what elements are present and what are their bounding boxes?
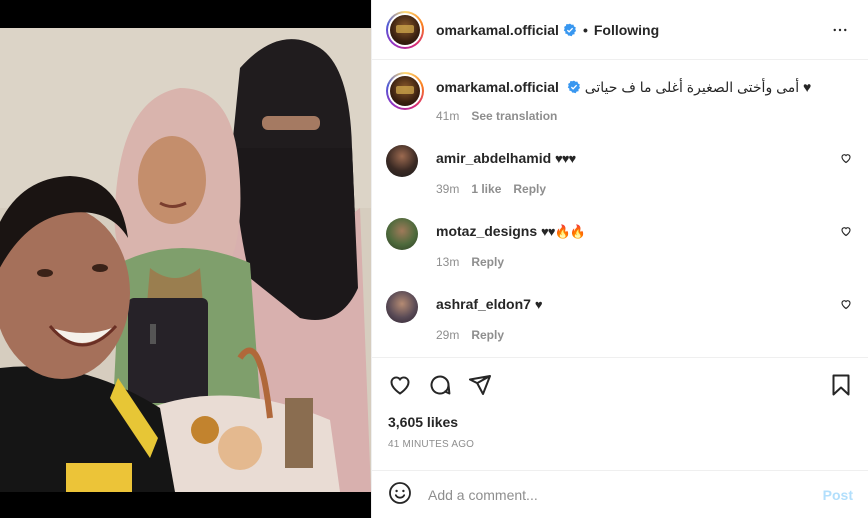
caption-text: أمى وأختى الصغيرة أغلى ما ف حياتى <box>584 79 800 95</box>
comment-time[interactable]: 13m <box>436 255 459 269</box>
post-comment-button[interactable]: Post <box>823 487 853 503</box>
comment-text: ♥♥🔥🔥 <box>541 224 586 239</box>
post-media[interactable] <box>0 0 371 518</box>
post-photo[interactable] <box>0 28 371 492</box>
post-sidebar: omarkamal.official • Following omarkamal… <box>371 0 868 518</box>
comment-likes[interactable]: 1 like <box>471 182 501 196</box>
comment-username[interactable]: ashraf_eldon7 <box>436 296 531 312</box>
like-comment-heart-icon[interactable] <box>840 151 852 164</box>
comment-item: ashraf_eldon7 ♥ 29m Reply <box>386 291 852 342</box>
comment-item: amir_abdelhamid ♥♥♥ 39m 1 like Reply <box>386 145 852 196</box>
selfie-image <box>0 28 371 492</box>
author-username[interactable]: omarkamal.official <box>436 22 559 38</box>
commenter-avatar[interactable] <box>386 145 418 177</box>
caption-heart: ♥ <box>803 79 812 95</box>
likes-count[interactable]: 3,605 likes <box>388 414 853 430</box>
verified-badge-icon <box>567 80 581 94</box>
following-button[interactable]: Following <box>594 22 659 38</box>
commenter-avatar[interactable] <box>386 291 418 323</box>
post-actions: 3,605 likes 41 MINUTES AGO <box>372 357 868 450</box>
post-header: omarkamal.official • Following <box>372 0 868 60</box>
comment-username[interactable]: amir_abdelhamid <box>436 150 551 166</box>
emoji-icon[interactable] <box>388 481 412 508</box>
add-comment-bar: Add a comment... Post <box>372 470 868 518</box>
verified-badge-icon <box>563 23 577 37</box>
save-icon[interactable] <box>829 373 853 400</box>
reply-button[interactable]: Reply <box>471 328 504 342</box>
reply-button[interactable]: Reply <box>471 255 504 269</box>
comment-input[interactable]: Add a comment... <box>428 487 823 503</box>
caption-username[interactable]: omarkamal.official <box>436 79 559 95</box>
post-timestamp[interactable]: 41 MINUTES AGO <box>388 439 853 450</box>
like-comment-heart-icon[interactable] <box>840 224 852 237</box>
comment-item: motaz_designs ♥♥🔥🔥 13m Reply <box>386 218 852 269</box>
comments-list[interactable]: omarkamal.official أمى وأختى الصغيرة أغل… <box>372 60 868 358</box>
comment-text: ♥♥♥ <box>555 151 576 166</box>
comment-text: ♥ <box>534 297 543 312</box>
see-translation-button[interactable]: See translation <box>471 109 557 123</box>
caption-avatar[interactable] <box>386 72 424 110</box>
comment-icon[interactable] <box>428 373 452 400</box>
author-avatar[interactable] <box>386 10 424 49</box>
action-icons <box>388 372 853 400</box>
more-options-icon[interactable] <box>828 18 852 42</box>
caption-time[interactable]: 41m <box>436 109 459 123</box>
comment-username[interactable]: motaz_designs <box>436 223 537 239</box>
caption: omarkamal.official أمى وأختى الصغيرة أغل… <box>386 72 852 123</box>
like-comment-heart-icon[interactable] <box>840 297 852 310</box>
separator-dot: • <box>582 21 588 38</box>
comment-time[interactable]: 29m <box>436 328 459 342</box>
share-icon[interactable] <box>468 373 492 400</box>
commenter-avatar[interactable] <box>386 218 418 250</box>
comment-time[interactable]: 39m <box>436 182 459 196</box>
heart-icon[interactable] <box>388 373 412 400</box>
reply-button[interactable]: Reply <box>513 182 546 196</box>
